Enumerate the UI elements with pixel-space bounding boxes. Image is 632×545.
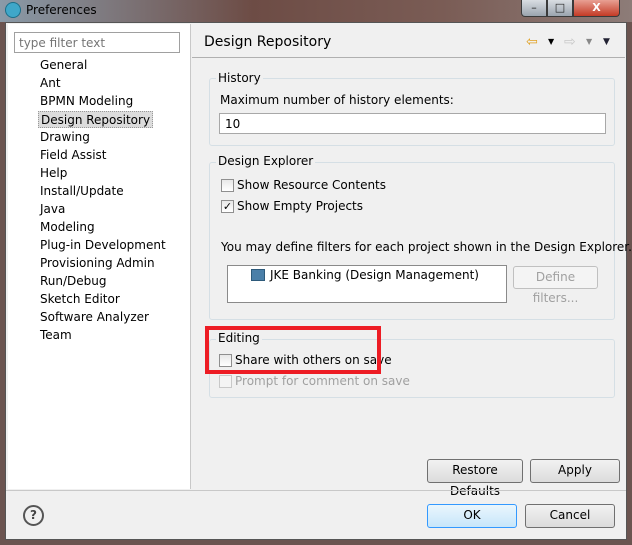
close-button[interactable]: X	[573, 0, 620, 17]
help-icon[interactable]: ?	[23, 505, 44, 526]
sidebar-item[interactable]: Team	[38, 327, 74, 344]
filter-input[interactable]	[14, 32, 180, 53]
restore-defaults-button[interactable]: Restore Defaults	[427, 459, 523, 498]
app-icon	[5, 2, 21, 18]
filters-hint: You may define filters for each project …	[221, 240, 632, 254]
history-field-label: Maximum number of history elements:	[220, 93, 454, 107]
forward-dropdown-icon: ▼	[586, 37, 593, 46]
back-dropdown-icon[interactable]: ▼	[548, 37, 554, 46]
sidebar-item[interactable]: Install/Update	[38, 183, 126, 200]
highlight-box	[205, 326, 381, 374]
forward-arrow-icon: ⇨	[564, 34, 576, 50]
sidebar-item[interactable]: Run/Debug	[38, 273, 109, 290]
page-title: Design Repository	[204, 34, 332, 50]
history-label: History	[216, 71, 263, 85]
sidebar-item[interactable]: Software Analyzer	[38, 309, 151, 326]
maximize-button[interactable]: □	[547, 0, 573, 17]
sidebar-item[interactable]: Provisioning Admin	[38, 255, 157, 272]
show-empty-projects-label: Show Empty Projects	[237, 199, 364, 213]
prompt-comment-label: Prompt for comment on save	[235, 374, 410, 388]
sidebar-item[interactable]: Design Repository	[38, 111, 154, 128]
minimize-button[interactable]: –	[521, 0, 547, 17]
prompt-comment-checkbox	[219, 375, 232, 388]
sidebar-item[interactable]: Field Assist	[38, 147, 109, 164]
ok-button[interactable]: OK	[427, 504, 517, 528]
history-group	[209, 78, 615, 146]
show-resource-contents-label: Show Resource Contents	[237, 178, 387, 192]
sidebar-item[interactable]: BPMN Modeling	[38, 93, 135, 110]
project-icon	[251, 269, 265, 281]
show-empty-projects-checkbox[interactable]: ✓	[221, 200, 234, 213]
show-resource-contents-checkbox[interactable]	[221, 179, 234, 192]
footer-divider	[6, 490, 626, 491]
apply-button[interactable]: Apply	[530, 459, 620, 483]
sidebar-item[interactable]: Plug-in Development	[38, 237, 168, 254]
sidebar-item[interactable]: General	[38, 57, 89, 74]
window-title: Preferences	[26, 3, 97, 17]
sidebar-item[interactable]: Sketch Editor	[38, 291, 122, 308]
sidebar-item[interactable]: Ant	[38, 75, 63, 92]
sidebar-item[interactable]: Help	[38, 165, 69, 182]
view-menu-icon[interactable]: ▼	[603, 37, 610, 47]
sidebar-item[interactable]: Java	[38, 201, 67, 218]
history-count-input[interactable]	[219, 113, 606, 134]
back-arrow-icon[interactable]: ⇦	[526, 34, 538, 50]
project-item[interactable]: JKE Banking (Design Management)	[270, 268, 479, 282]
cancel-button[interactable]: Cancel	[525, 504, 615, 528]
sidebar-item[interactable]: Modeling	[38, 219, 97, 236]
design-explorer-label: Design Explorer	[216, 154, 316, 168]
sidebar-item[interactable]: Drawing	[38, 129, 92, 146]
define-filters-button: Define filters...	[513, 266, 598, 305]
